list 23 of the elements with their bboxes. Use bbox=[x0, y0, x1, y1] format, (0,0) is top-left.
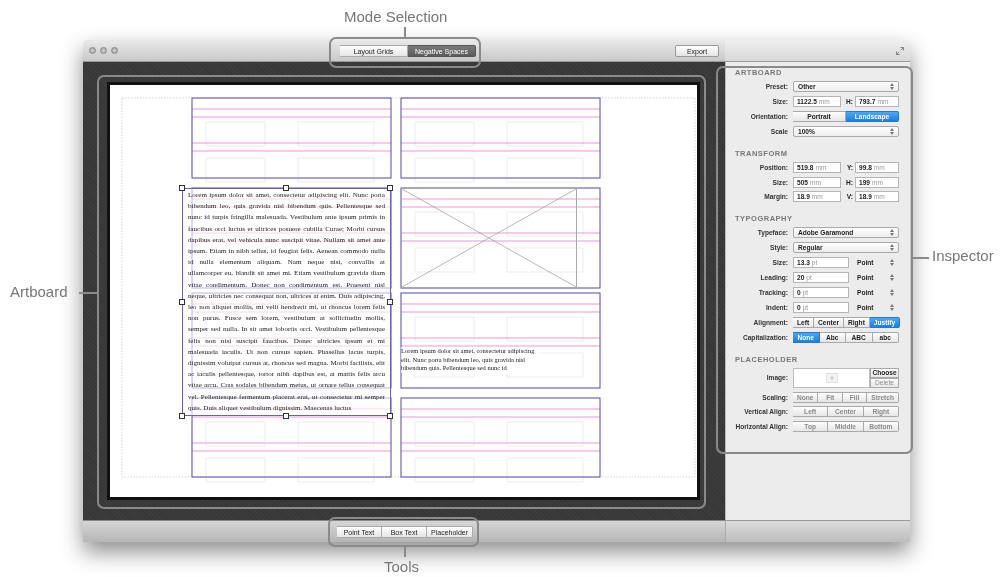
resize-handle[interactable] bbox=[179, 299, 185, 305]
leader-line bbox=[913, 257, 929, 259]
resize-handle[interactable] bbox=[283, 413, 289, 419]
updown-arrows-icon bbox=[890, 289, 894, 296]
updown-arrows-icon bbox=[890, 274, 894, 282]
resize-handle[interactable] bbox=[179, 413, 185, 419]
resize-handle[interactable] bbox=[387, 413, 393, 419]
resize-handle[interactable] bbox=[283, 185, 289, 191]
updown-arrows-icon bbox=[890, 83, 894, 90]
resize-handle[interactable] bbox=[387, 185, 393, 191]
updown-arrows-icon bbox=[890, 303, 894, 311]
resize-handle[interactable] bbox=[387, 299, 393, 305]
leader-line bbox=[79, 292, 97, 294]
fullscreen-icon[interactable] bbox=[896, 46, 904, 55]
updown-arrows-icon bbox=[890, 259, 894, 267]
callout-label: Mode Selection bbox=[344, 8, 448, 25]
callout-label: Artboard bbox=[10, 283, 68, 300]
updown-arrows-icon bbox=[890, 127, 894, 135]
resize-handle[interactable] bbox=[179, 185, 185, 191]
updown-arrows-icon bbox=[890, 229, 894, 237]
callout-label: Inspector bbox=[932, 247, 994, 264]
callout-label: Tools bbox=[384, 558, 420, 575]
updown-arrows-icon bbox=[890, 244, 894, 252]
